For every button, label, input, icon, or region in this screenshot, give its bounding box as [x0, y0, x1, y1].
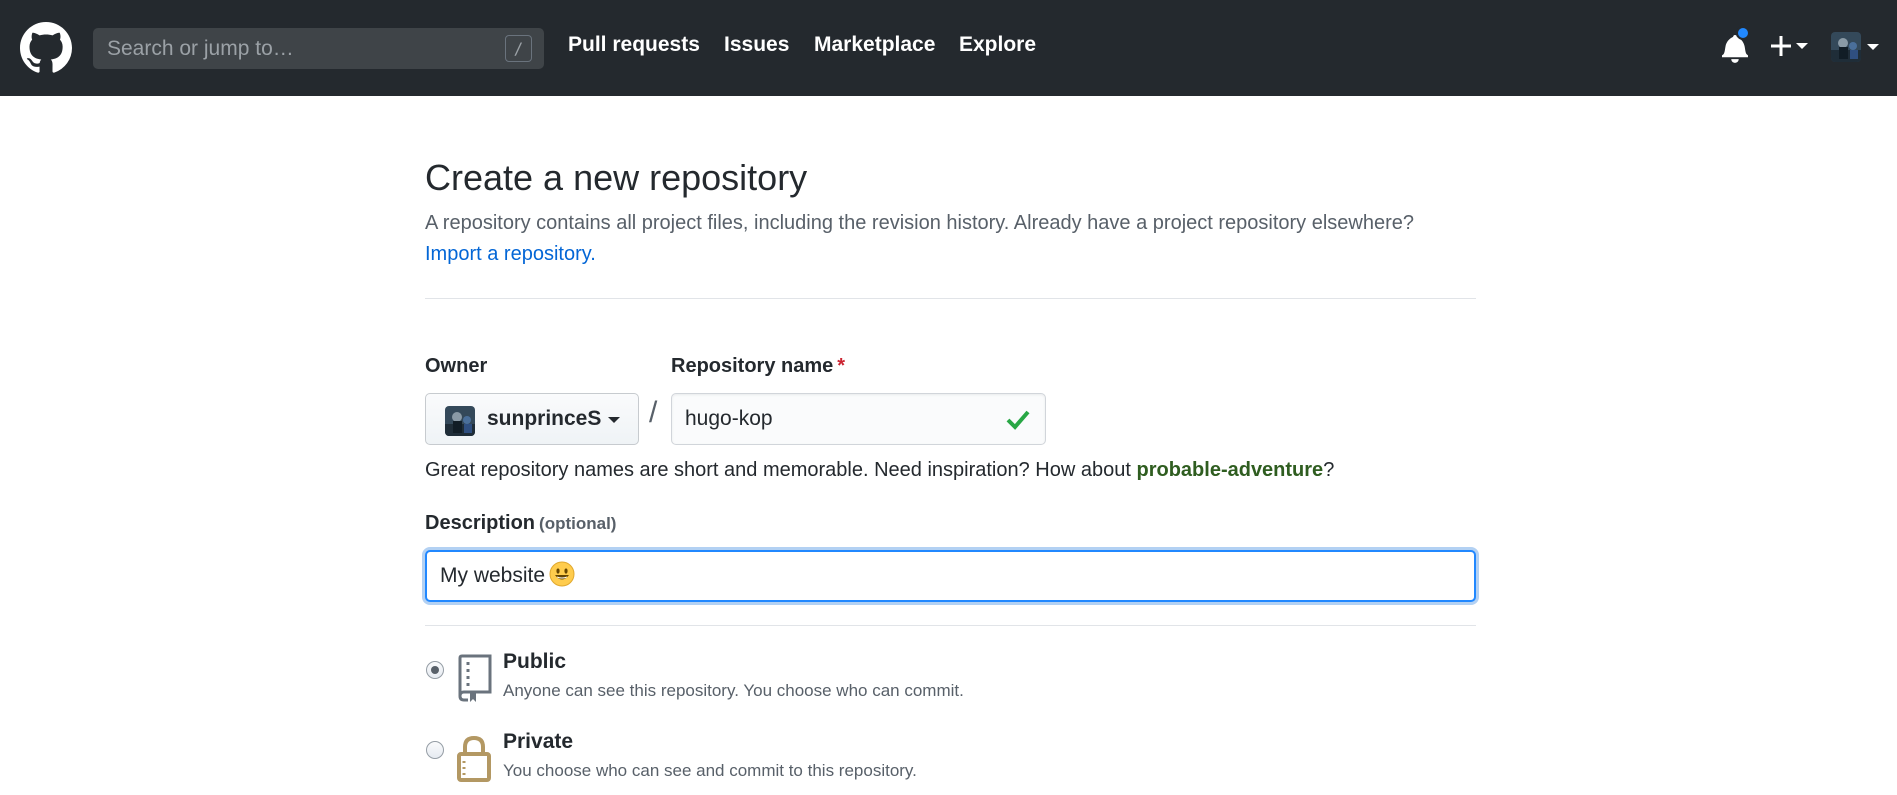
nav-issues[interactable]: Issues — [724, 33, 789, 57]
owner-label: Owner — [425, 355, 488, 377]
private-option-desc: You choose who can see and commit to thi… — [503, 761, 917, 780]
check-icon — [1006, 410, 1030, 430]
optional-hint: (optional) — [539, 514, 617, 533]
top-header: Search or jump to… / Pull requests Issue… — [0, 0, 1897, 96]
user-avatar[interactable] — [1831, 32, 1861, 62]
github-logo-icon[interactable] — [20, 22, 72, 74]
public-option-title: Public — [503, 650, 567, 673]
page-title: Create a new repository — [425, 157, 808, 198]
nav-pull-requests[interactable]: Pull requests — [568, 33, 700, 57]
repository-name-input[interactable] — [671, 393, 1046, 445]
nav-explore[interactable]: Explore — [959, 33, 1036, 57]
notification-unread-dot — [1736, 26, 1750, 40]
chevron-down-icon[interactable] — [1867, 44, 1879, 50]
owner-name: sunprinceS — [487, 407, 602, 430]
page-subtitle: A repository contains all project files,… — [425, 212, 1415, 234]
nav-marketplace[interactable]: Marketplace — [814, 33, 935, 57]
private-radio[interactable] — [426, 741, 444, 759]
owner-select[interactable]: sunprinceS — [425, 393, 639, 445]
chevron-down-icon — [608, 417, 620, 423]
search-input[interactable]: Search or jump to… / — [93, 28, 544, 69]
owner-repo-separator: / — [649, 396, 658, 429]
divider — [425, 298, 1476, 299]
public-radio[interactable] — [426, 661, 444, 679]
smiley-emoji-icon — [549, 561, 575, 587]
required-marker: * — [837, 355, 846, 377]
repo-name-hint: Great repository names are short and mem… — [425, 459, 1335, 481]
description-label: Description (optional) — [425, 512, 617, 534]
private-option-title: Private — [503, 730, 574, 753]
suggested-name-link[interactable]: probable-adventure — [1136, 459, 1323, 481]
create-new-plus-icon[interactable] — [1770, 30, 1810, 62]
lock-icon — [457, 735, 491, 782]
import-repository-link[interactable]: Import a repository. — [425, 243, 596, 266]
search-placeholder: Search or jump to… — [107, 37, 294, 60]
public-option-desc: Anyone can see this repository. You choo… — [503, 681, 964, 700]
divider — [425, 625, 1476, 626]
search-shortcut-hint: / — [505, 35, 532, 62]
repo-name-label: Repository name * — [671, 355, 846, 377]
repo-icon — [458, 654, 492, 702]
description-input[interactable] — [425, 550, 1476, 602]
owner-avatar — [445, 406, 475, 436]
